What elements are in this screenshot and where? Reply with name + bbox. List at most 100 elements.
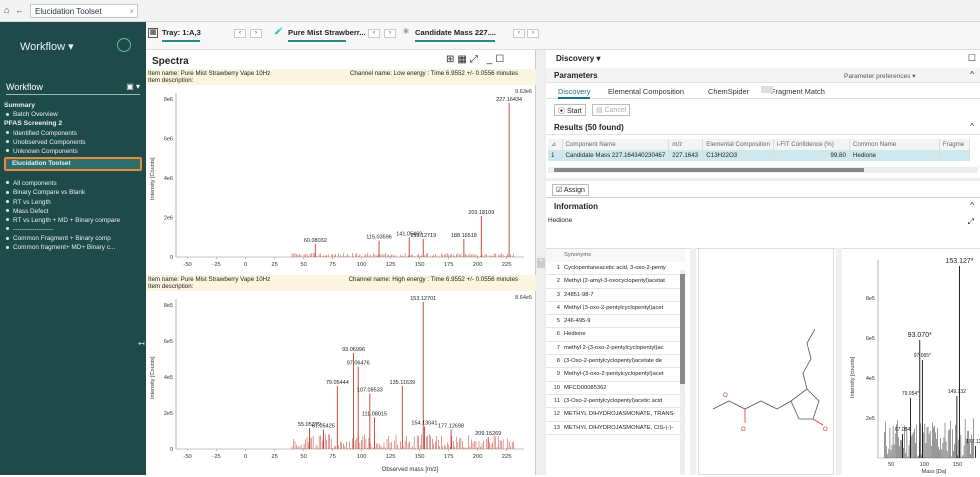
back-icon[interactable]: ← <box>15 5 24 15</box>
sample-selector[interactable]: 🧪 Pure Mist Strawberr... ‹ › <box>274 26 396 46</box>
tab-elemental-composition[interactable]: Elemental Composition <box>608 87 684 96</box>
collapse-results-icon[interactable]: ^ <box>970 122 974 131</box>
x-axis-label: Observed mass [m/z] <box>382 467 439 473</box>
next-candidate-button[interactable]: › <box>527 29 539 38</box>
prev-tray-button[interactable]: ‹ <box>234 29 246 38</box>
sidebar-item[interactable]: Batch Overview <box>4 110 142 119</box>
tab-elucidation-toolset[interactable]: Elucidation Toolset × <box>30 4 138 18</box>
scrollbar-thumb[interactable] <box>680 274 685 384</box>
close-icon[interactable]: × <box>129 7 134 16</box>
list-item[interactable]: 12 METHYL DIHYDROJASMONATE, TRANS- <box>546 408 686 422</box>
expand-icon[interactable]: ⤢ <box>470 54 481 65</box>
sidebar-item[interactable]: Binary Compare vs Blank <box>4 188 142 197</box>
prev-candidate-button[interactable]: ‹ <box>513 29 525 38</box>
fullscreen-icon[interactable]: ⤢ <box>968 217 974 227</box>
resize-handle[interactable] <box>761 86 773 93</box>
sidebar-item[interactable]: Unobserved Components <box>4 138 142 147</box>
workflow-dropdown[interactable]: Workflow ▾ <box>20 40 74 53</box>
sidebar-item[interactable]: Unknown Components <box>4 147 142 156</box>
minimize-icon[interactable]: _ <box>487 54 496 65</box>
next-tray-button[interactable]: › <box>250 29 262 38</box>
sidebar-item[interactable]: Elucidation Toolset <box>4 157 142 172</box>
maximize-icon[interactable]: ☐ <box>495 54 507 65</box>
x-tick-label: 150 <box>415 262 425 268</box>
y-tick-label: 2e5 <box>866 416 875 422</box>
list-item[interactable]: 8 (3-Oxo-2-pentylcyclopentyl)acetate de <box>546 355 686 369</box>
discovery-panel: Discovery ▾ ☐ Parameters Parameter prefe… <box>546 50 980 475</box>
sidebar-item[interactable]: Common Fragment + Binary comp <box>4 234 142 243</box>
discovery-label: Discovery <box>556 54 595 63</box>
list-item[interactable]: 9 Methyl-(3-oxo-2-pentylcyclopentyl)acet <box>546 368 686 382</box>
window-icon[interactable]: ☐ <box>968 53 976 64</box>
column-header-elemental-composition[interactable]: Elemental Composition <box>702 139 774 150</box>
parameter-preferences[interactable]: Parameter preferences ▾ <box>844 72 916 80</box>
start-button[interactable]: ⦿ Start <box>554 104 586 116</box>
msms-spectrum[interactable]: 8e5 6e5 4e5 2e5 50 100 150 Mass [Da] Intensity [… <box>844 248 980 475</box>
sidebar-item[interactable]: RT vs Length <box>4 198 142 207</box>
synonyms-scrollbar[interactable] <box>680 270 685 475</box>
column-header-ifit-confidence[interactable]: i-FIT Confidence (%) <box>773 139 850 150</box>
list-item[interactable]: 10 MFCD00085362 <box>546 382 686 395</box>
structure-viewer[interactable]: O O O <box>698 248 834 475</box>
tab-discovery[interactable]: Discovery <box>558 87 591 99</box>
synonym-index: 1 <box>556 265 560 271</box>
sidebar-item-label: Batch Overview <box>13 111 58 119</box>
scrollbar-thumb[interactable] <box>554 168 864 172</box>
layout-icon[interactable]: ⊞ <box>446 54 457 65</box>
table-row[interactable]: 1 Candidate Mass 227.164340230467 227.16… <box>548 150 970 161</box>
molecule-icon: ⚛ <box>402 27 410 36</box>
sidebar-item-label: Mass Defect <box>13 207 49 215</box>
list-item[interactable]: 4 Methyl (3-oxo-2-pentylcyclopentyl)acet <box>546 302 686 316</box>
home-icon[interactable]: ⌂ <box>4 5 9 15</box>
splitter-arrows-icon[interactable]: » <box>537 258 545 268</box>
sidebar-item[interactable]: ------------------- <box>4 225 142 234</box>
y-tick-label: 8e6 <box>164 97 173 103</box>
list-item[interactable]: 11 (3-Oxo-2-pentylcyclopentyl)acetic acid <box>546 395 686 409</box>
splitter-right[interactable] <box>836 248 842 475</box>
sidebar-item[interactable]: Identified Components <box>4 129 142 138</box>
sidebar-item[interactable]: All components <box>4 179 142 188</box>
tray-selector[interactable]: ▦ Tray: 1:A,3 ‹ › <box>148 26 270 46</box>
bullet-icon <box>6 218 9 222</box>
top-bar: ⌂ ← Elucidation Toolset × <box>0 0 980 22</box>
next-sample-button[interactable]: › <box>384 29 396 38</box>
list-item[interactable]: 6 Hedione <box>546 328 686 342</box>
tab-fragment-match[interactable]: Fragment Match <box>771 87 825 96</box>
refresh-icon[interactable] <box>117 38 131 52</box>
results-horizontal-scrollbar[interactable] <box>548 167 978 173</box>
cancel-button[interactable]: ▤ Cancel <box>592 104 631 116</box>
column-header-index: ⊿ <box>548 139 563 150</box>
y-axis-label: Intensity [Counts] <box>150 157 156 200</box>
list-item[interactable]: 2 Methyl (2-amyl-3-oxocyclopentyl)acetat <box>546 275 686 289</box>
column-header-component-name[interactable]: Component Name <box>562 139 670 150</box>
list-item[interactable]: 5 246-495-9 <box>546 315 686 329</box>
column-header-fragment[interactable]: Fragme <box>939 139 970 150</box>
assign-button[interactable]: ☑ Assign <box>552 184 589 196</box>
synonym-index: 8 <box>556 358 560 365</box>
list-item[interactable]: 7 methyl 2-(3-oxo-2-pentylcyclopentyl)ac <box>546 342 686 356</box>
column-header-mz[interactable]: m/z <box>668 139 704 150</box>
low-energy-spectrum[interactable]: 8e6 6e6 4e6 2e6 0 -50 -25 0 25 50 75 100 125 150 175 20… <box>146 85 536 275</box>
list-item[interactable]: 3 24851-98-7 <box>546 289 686 302</box>
synonym-text: METHYL DIHYDROJASMONATE, TRANS- <box>564 411 676 418</box>
sidebar-item[interactable]: Mass Defect <box>4 207 142 216</box>
section-menu-icon[interactable]: ▣ ▾ <box>126 82 140 91</box>
prev-sample-button[interactable]: ‹ <box>368 29 380 38</box>
column-header-common-name[interactable]: Common Name <box>849 139 940 150</box>
x-tick-label: 100 <box>357 262 367 268</box>
chart-icon[interactable]: ▦ <box>457 54 469 65</box>
discovery-dropdown[interactable]: Discovery ▾ <box>556 54 601 63</box>
collapse-parameters-icon[interactable]: ^ <box>970 70 974 79</box>
high-energy-spectrum[interactable]: 8e5 6e5 4e5 2e5 0 -50 -25 0 25 50 75 100 125 150 175 20… <box>146 291 536 475</box>
sidebar-item[interactable]: Common fragment+ MD+ Binary c... <box>4 243 142 252</box>
x-tick-label: 50 <box>300 262 306 268</box>
list-item[interactable]: 13 METHYL DIHYDROJASMONATE, CIS-(-)- <box>546 422 686 435</box>
tab-chemspider[interactable]: ChemSpider <box>708 87 749 96</box>
splitter-left[interactable] <box>690 248 696 475</box>
sidebar-item[interactable]: RT vs Length + MD + Binary compare <box>4 216 142 225</box>
collapse-icon[interactable]: ↤ <box>138 339 145 348</box>
list-item[interactable]: 1 Cyclopentaneacetic acid, 3-oxo-2-penty <box>546 262 686 276</box>
panel-splitter[interactable]: » <box>536 50 546 475</box>
collapse-information-icon[interactable]: ^ <box>970 201 974 210</box>
candidate-selector[interactable]: ⚛ Candidate Mass 227.... ‹ › <box>401 26 541 46</box>
